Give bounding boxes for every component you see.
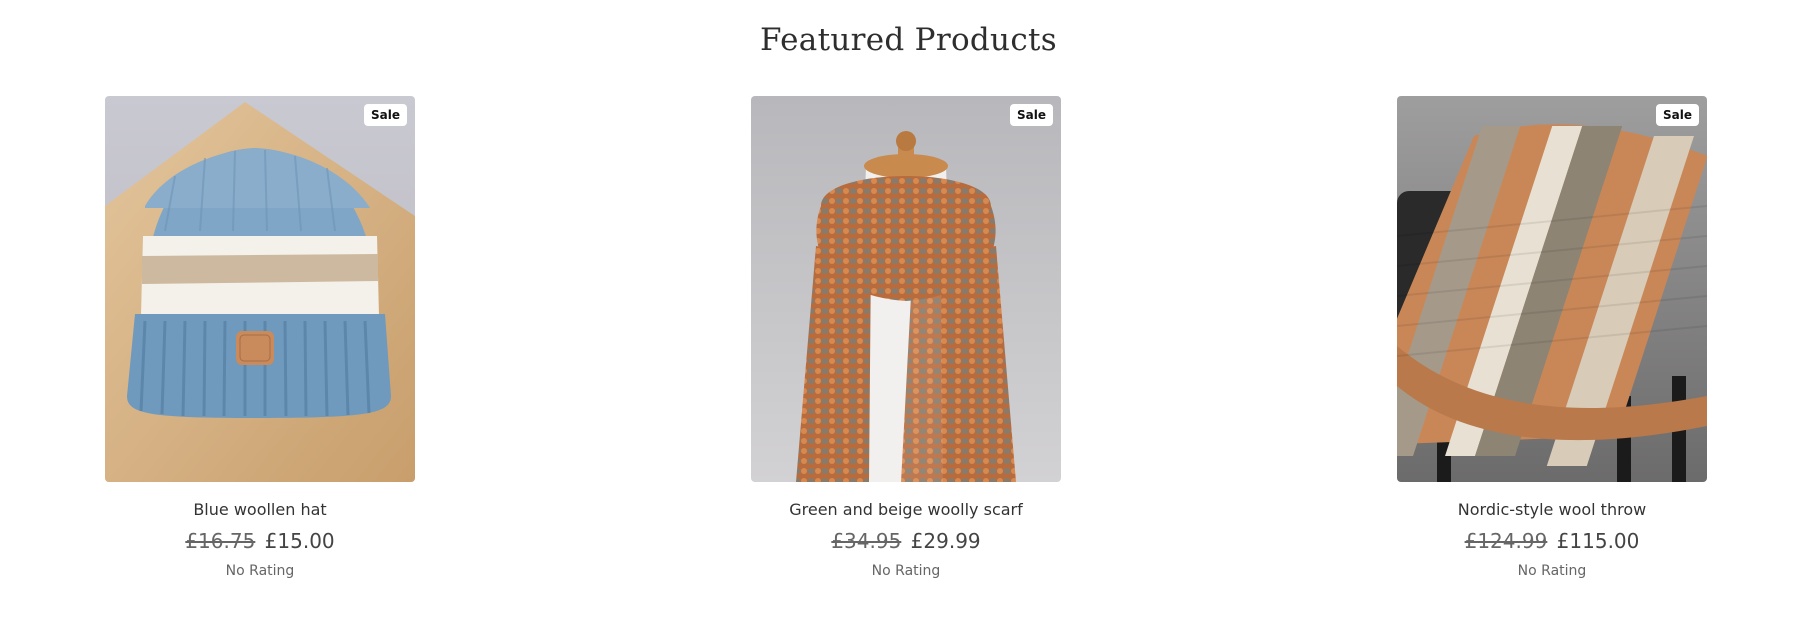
- product-card[interactable]: Sale Blue woollen hat £16.75 £15.00 No R…: [105, 96, 415, 579]
- price-row: £34.95 £29.99: [751, 529, 1061, 553]
- sale-badge: Sale: [1656, 104, 1699, 126]
- price-row: £16.75 £15.00: [105, 529, 415, 553]
- sale-price: £115.00: [1556, 529, 1640, 553]
- product-image: [1397, 96, 1707, 482]
- original-price: £16.75: [185, 529, 256, 553]
- sale-badge: Sale: [364, 104, 407, 126]
- sale-price: £29.99: [910, 529, 981, 553]
- section-title: Featured Products: [760, 22, 1057, 58]
- product-name[interactable]: Blue woollen hat: [105, 500, 415, 519]
- product-image: [751, 96, 1061, 482]
- price-row: £124.99 £115.00: [1397, 529, 1707, 553]
- sale-badge: Sale: [1010, 104, 1053, 126]
- product-image: [105, 96, 415, 482]
- product-rating: No Rating: [1517, 563, 1587, 579]
- product-rating: No Rating: [871, 563, 941, 579]
- product-name[interactable]: Nordic-style wool throw: [1397, 500, 1707, 519]
- sale-price: £15.00: [264, 529, 335, 553]
- product-image-link[interactable]: Sale: [751, 96, 1061, 482]
- product-name[interactable]: Green and beige woolly scarf: [751, 500, 1061, 519]
- product-image-link[interactable]: Sale: [105, 96, 415, 482]
- product-rating: No Rating: [225, 563, 295, 579]
- product-card[interactable]: Sale Green and beige woolly scarf £34.95…: [751, 96, 1061, 579]
- product-image-link[interactable]: Sale: [1397, 96, 1707, 482]
- original-price: £124.99: [1464, 529, 1548, 553]
- product-card[interactable]: Sale Nordic-style wool throw £124.99 £11…: [1397, 96, 1707, 579]
- original-price: £34.95: [831, 529, 902, 553]
